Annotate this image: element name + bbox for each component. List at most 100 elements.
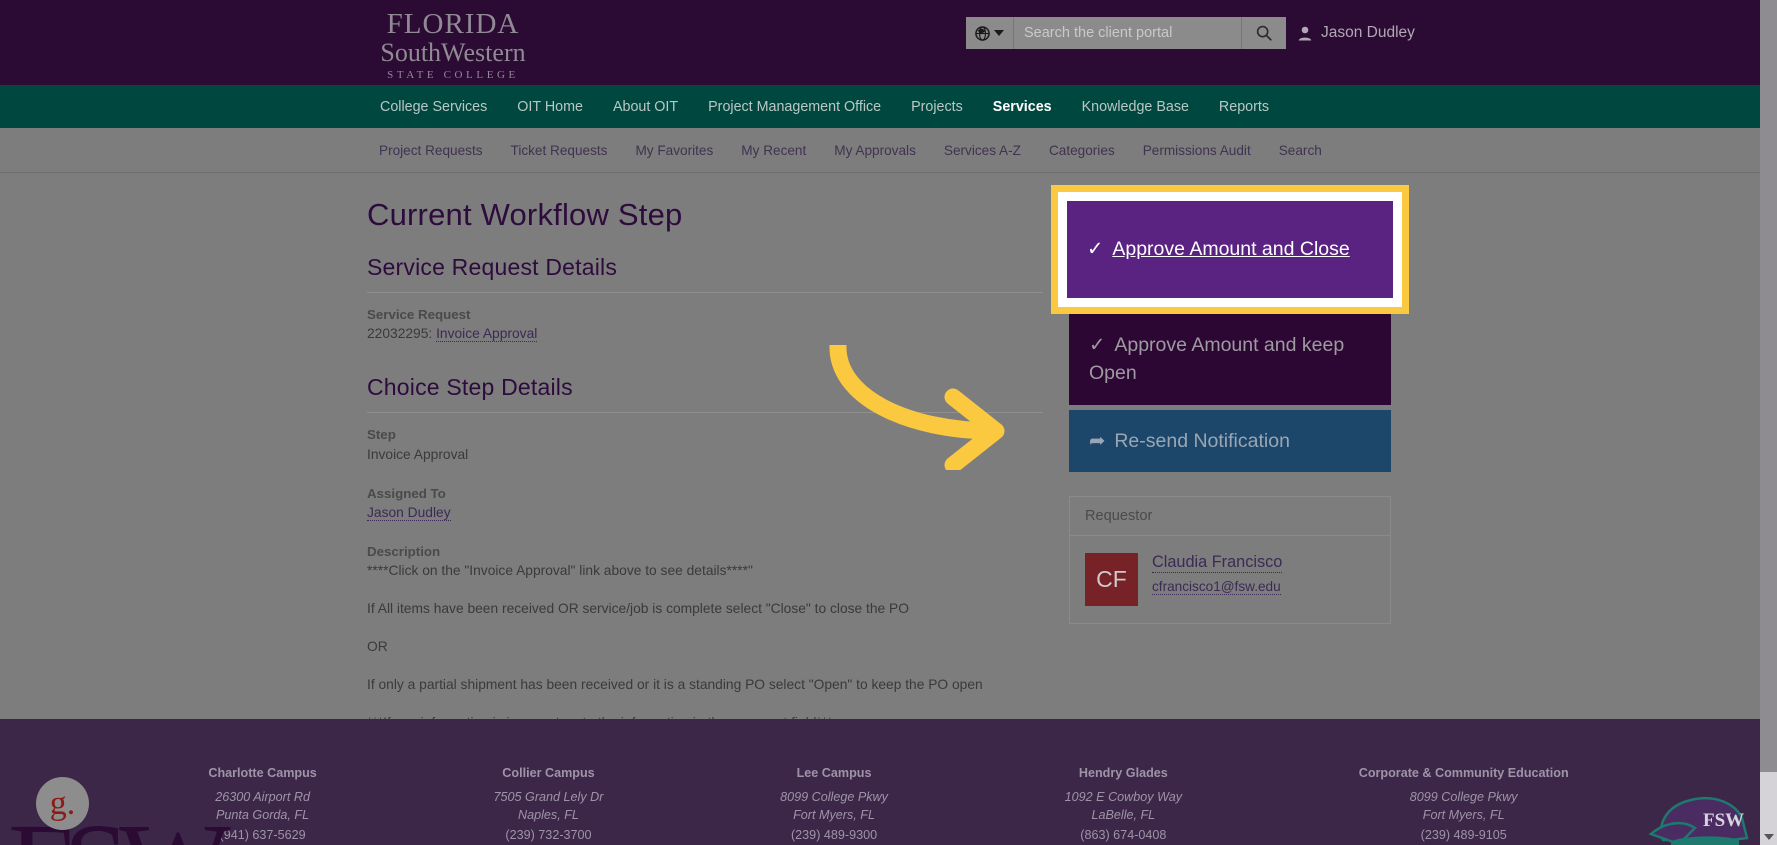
- workflow-detail-column: Current Workflow Step Service Request De…: [367, 197, 1043, 751]
- nav-item-knowledge-base[interactable]: Knowledge Base: [1067, 99, 1204, 115]
- campus-block: Hendry Glades 1092 E Cowboy Way LaBelle, F…: [1065, 766, 1182, 842]
- campus-street: 8099 College Pkwy: [780, 790, 888, 804]
- campus-phone: (239) 732-3700: [505, 827, 592, 842]
- subnav-item-search[interactable]: Search: [1265, 143, 1336, 158]
- invoice-approval-link[interactable]: Invoice Approval: [436, 326, 538, 343]
- g-badge-icon: g.: [36, 777, 89, 830]
- nav-item-project-management-office[interactable]: Project Management Office: [693, 99, 896, 115]
- logo-line-state-college: STATE COLLEGE: [387, 69, 519, 81]
- description-line: If only a partial shipment has been rece…: [367, 677, 983, 693]
- step-label: Step: [367, 427, 396, 443]
- subnav-item-categories[interactable]: Categories: [1035, 143, 1129, 158]
- campus-street: 26300 Airport Rd: [215, 790, 310, 804]
- forward-arrow-icon: ➦: [1089, 429, 1106, 452]
- assigned-to-link[interactable]: Jason Dudley: [367, 504, 451, 521]
- campus-name: Collier Campus: [502, 766, 595, 780]
- main-content: Current Workflow Step Service Request De…: [0, 173, 1777, 730]
- requestor-name-link[interactable]: Claudia Francisco: [1152, 553, 1283, 573]
- description-body: ****Click on the "Invoice Approval" link…: [367, 561, 1043, 733]
- check-icon: ✓: [1089, 334, 1106, 356]
- campus-street: 1092 E Cowboy Way: [1064, 790, 1183, 804]
- page-scrollbar[interactable]: [1760, 0, 1777, 845]
- portal-search: [966, 17, 1286, 49]
- top-brand-bar: FLORIDA SouthWestern STATE COLLEGE Searc…: [0, 0, 1777, 85]
- chevron-down-icon: [994, 30, 1004, 36]
- scrollbar-thumb[interactable]: [1760, 0, 1777, 772]
- svg-text:FSW: FSW: [1703, 810, 1744, 831]
- nav-item-projects[interactable]: Projects: [896, 99, 978, 115]
- description-line: ****Click on the "Invoice Approval" link…: [367, 563, 753, 579]
- step-field: Step Invoice Approval: [367, 425, 1043, 464]
- requestor-card-header: Requestor: [1070, 497, 1390, 536]
- campus-phone: (941) 637-5629: [219, 827, 306, 842]
- approve-amount-and-keep-open-button[interactable]: ✓ Approve Amount and keep Open: [1069, 314, 1391, 405]
- re-send-notification-button[interactable]: ➦ Re-send Notification: [1069, 409, 1391, 472]
- campus-block: Collier Campus 7505 Grand Lely Dr Naples, …: [494, 766, 604, 842]
- fsw-logo[interactable]: FLORIDA SouthWestern STATE COLLEGE: [358, 10, 548, 81]
- campus-phone: (239) 489-9300: [790, 827, 878, 842]
- service-request-label: Service Request: [367, 307, 471, 322]
- service-request-id: 22032295:: [367, 326, 433, 342]
- campus-block: Corporate & Community Education 8099 Coll…: [1359, 766, 1569, 842]
- service-request-details-heading: Service Request Details: [367, 254, 618, 280]
- campus-city: Fort Myers, FL: [1422, 807, 1505, 822]
- nav-item-reports[interactable]: Reports: [1204, 99, 1284, 115]
- action-rail: ✓ Approve Amount and Close ✓ Approve Amoun…: [1051, 185, 1409, 624]
- primary-navigation: College Services OIT Home About OIT Project…: [0, 85, 1777, 128]
- re-send-notification-label: Re-send Notification: [1114, 429, 1290, 452]
- search-submit-button[interactable]: [1241, 17, 1286, 49]
- description-label: Description: [367, 543, 441, 559]
- subnav-item-ticket-requests[interactable]: Ticket Requests: [497, 143, 622, 158]
- subnav-item-my-favorites[interactable]: My Favorites: [621, 143, 727, 158]
- campus-city: Fort Myers, FL: [793, 807, 875, 822]
- subnav-item-services-a-z[interactable]: Services A-Z: [930, 143, 1035, 158]
- description-line: OR: [367, 639, 388, 655]
- avatar: CF: [1085, 552, 1138, 606]
- requestor-email-link[interactable]: cfrancisco1@fsw.edu: [1152, 579, 1281, 595]
- secondary-navigation: Project Requests Ticket Requests My Favori…: [0, 128, 1777, 173]
- campus-city: Punta Gorda, FL: [216, 807, 310, 822]
- approve-amount-and-close-button[interactable]: ✓ Approve Amount and Close: [1067, 201, 1393, 298]
- page-title: Current Workflow Step: [367, 197, 683, 232]
- description-field: Description ****Click on the "Invoice Ap…: [367, 542, 1043, 733]
- annotation-highlight-box: ✓ Approve Amount and Close: [1051, 185, 1409, 314]
- service-request-field: Service Request 22032295: Invoice Approv…: [367, 305, 1043, 344]
- campus-list: Charlotte Campus 26300 Airport Rd Punta Go…: [0, 719, 1777, 842]
- approve-amount-and-close-label: Approve Amount and Close: [1112, 238, 1350, 261]
- campus-name: Lee Campus: [796, 766, 872, 780]
- subnav-item-permissions-audit[interactable]: Permissions Audit: [1129, 143, 1265, 158]
- divider: [367, 412, 1043, 414]
- nav-item-about-oit[interactable]: About OIT: [598, 99, 693, 115]
- campus-phone: (863) 674-0408: [1080, 827, 1167, 842]
- user-name-label: Jason Dudley: [1321, 24, 1415, 41]
- search-scope-dropdown[interactable]: [966, 17, 1014, 49]
- user-menu[interactable]: Jason Dudley: [1298, 24, 1415, 42]
- requestor-info: Claudia Francisco cfrancisco1@fsw.edu: [1152, 553, 1283, 596]
- service-request-value: 22032295: Invoice Approval: [367, 324, 1043, 344]
- nav-item-oit-home[interactable]: OIT Home: [502, 99, 598, 115]
- assigned-to-label: Assigned To: [367, 485, 446, 501]
- approve-amount-and-keep-open-label: Approve Amount and keep Open: [1089, 334, 1345, 385]
- search-icon: [1256, 25, 1272, 41]
- logo-line-southwestern: SouthWestern: [380, 38, 526, 67]
- subnav-item-my-recent[interactable]: My Recent: [727, 143, 820, 158]
- nav-item-college-services[interactable]: College Services: [365, 99, 502, 115]
- description-line: If All items have been received OR servi…: [367, 601, 909, 617]
- campus-block: Charlotte Campus 26300 Airport Rd Punta Go…: [208, 766, 316, 842]
- subnav-item-project-requests[interactable]: Project Requests: [365, 143, 497, 158]
- search-input[interactable]: [1014, 17, 1241, 49]
- requestor-card: Requestor CF Claudia Francisco cfrancisc…: [1069, 495, 1391, 624]
- divider: [367, 292, 1043, 293]
- scrollbar-down-arrow-icon[interactable]: [1760, 828, 1777, 845]
- campus-phone: (239) 489-9105: [1420, 827, 1507, 842]
- assigned-to-field: Assigned To Jason Dudley: [367, 484, 1043, 523]
- campus-block: Lee Campus 8099 College Pkwy Fort Myers, F…: [780, 766, 888, 842]
- site-footer: Charlotte Campus 26300 Airport Rd Punta Go…: [0, 719, 1777, 845]
- check-icon: ✓: [1087, 238, 1104, 261]
- buccaneer-mascot-logo: FSW: [1648, 797, 1749, 845]
- campus-name: Charlotte Campus: [208, 766, 317, 780]
- client-portal-page: FLORIDA SouthWestern STATE COLLEGE Searc…: [0, 0, 1777, 845]
- campus-street: 7505 Grand Lely Dr: [493, 790, 604, 804]
- subnav-item-my-approvals[interactable]: My Approvals: [820, 143, 930, 158]
- nav-item-services[interactable]: Services: [978, 99, 1067, 115]
